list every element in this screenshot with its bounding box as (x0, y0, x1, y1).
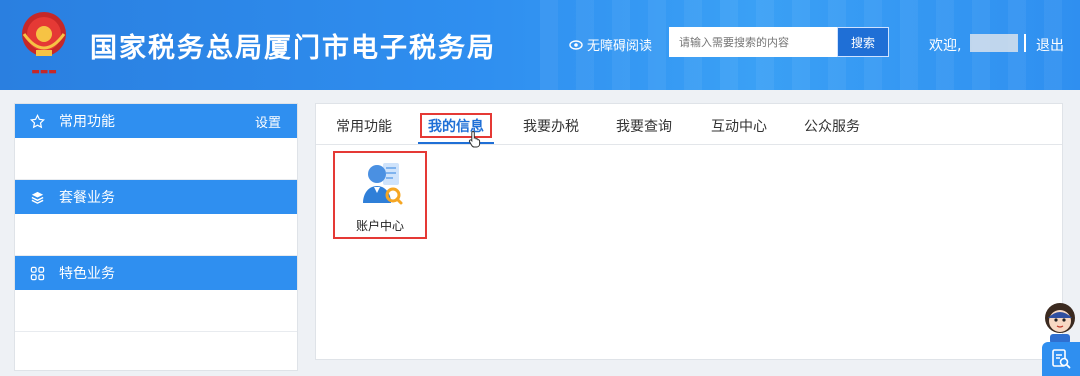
main-panel: 常用功能 我的信息 我要办税 我要查询 互动中心 公众服务 账户中心 (315, 103, 1063, 360)
sidebar-label: 特色业务 (59, 266, 115, 282)
header-divider (1024, 34, 1026, 52)
sidebar-header-featured[interactable]: 特色业务 (15, 256, 297, 290)
site-title: 国家税务总局厦门市电子税务局 (90, 33, 496, 64)
sidebar-header-common[interactable]: 常用功能 设置 (15, 104, 297, 138)
app-label: 账户中心 (355, 219, 404, 233)
account-center-tile[interactable]: 账户中心 (333, 151, 427, 239)
tab-bar: 常用功能 我的信息 我要办税 我要查询 互动中心 公众服务 (316, 104, 1062, 148)
sidebar: 常用功能 设置 套餐业务 特色业务 (14, 103, 298, 371)
active-tab-underline (418, 142, 494, 144)
sidebar-section-body (15, 138, 297, 180)
hand-cursor-icon (468, 130, 481, 148)
search-button[interactable]: 搜索 (837, 27, 889, 57)
search-input[interactable] (669, 27, 837, 57)
svg-text:▬▬▬: ▬▬▬ (31, 67, 57, 77)
sidebar-label: 套餐业务 (59, 190, 115, 206)
sidebar-section-body (15, 290, 297, 332)
account-center-icon (363, 163, 403, 205)
tab-public-service[interactable]: 公众服务 (804, 116, 860, 136)
tax-emblem-icon: ▬▬▬ (22, 12, 66, 77)
sidebar-section-package: 套餐业务 (15, 180, 297, 256)
eye-icon (569, 39, 583, 50)
tab-query[interactable]: 我要查询 (616, 116, 672, 136)
accessibility-reading-link[interactable]: 无障碍阅读 (569, 35, 652, 54)
layers-icon (29, 189, 45, 205)
sidebar-section-body (15, 214, 297, 256)
welcome-text: 欢迎, (929, 38, 962, 54)
header-bar: ▬▬▬ 国家税务总局厦门市电子税务局 无障碍阅读 搜索 欢迎, 退出 (0, 0, 1080, 90)
assistant-mascot-icon[interactable] (1040, 300, 1080, 344)
accessibility-label: 无障碍阅读 (587, 39, 653, 54)
sidebar-section-featured: 特色业务 (15, 256, 297, 332)
settings-link[interactable]: 设置 (255, 112, 281, 131)
tab-tax-handling[interactable]: 我要办税 (523, 116, 579, 136)
tab-common-functions[interactable]: 常用功能 (336, 116, 392, 136)
assistant-button[interactable] (1042, 342, 1080, 376)
grid-icon (29, 265, 45, 281)
sidebar-label: 常用功能 (59, 114, 115, 130)
logout-link[interactable]: 退出 (1036, 35, 1064, 55)
sidebar-section-common: 常用功能 设置 (15, 104, 297, 180)
search-document-icon (1052, 349, 1071, 369)
tab-interaction-center[interactable]: 互动中心 (711, 116, 767, 136)
sidebar-header-package[interactable]: 套餐业务 (15, 180, 297, 214)
star-icon (29, 113, 45, 129)
username-redacted (970, 34, 1018, 52)
